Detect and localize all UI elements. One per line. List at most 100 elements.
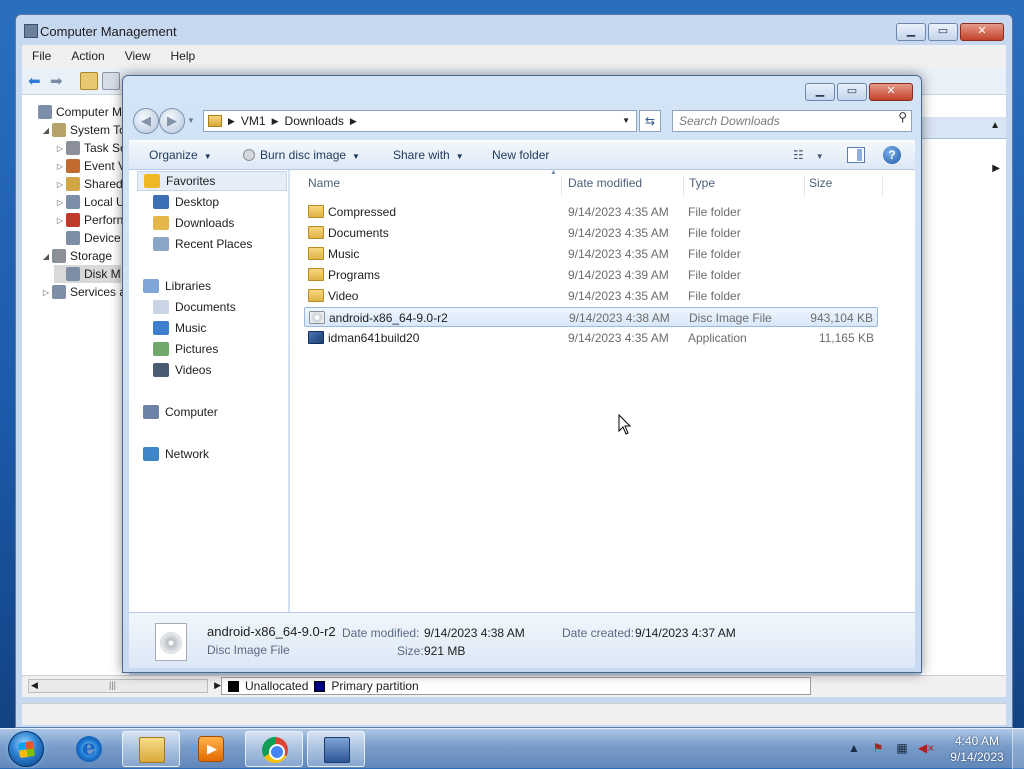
actions-header[interactable]: ▲ (921, 117, 1006, 139)
preview-pane-icon[interactable] (847, 147, 865, 163)
tree-expand-icon[interactable]: ▷ (54, 162, 66, 171)
explorer-maximize-button[interactable]: ▭ (837, 83, 867, 101)
show-hidden-icons-icon[interactable]: ▲ (846, 741, 862, 757)
organize-button[interactable]: Organize ▼ (149, 148, 212, 162)
new-folder-button[interactable]: New folder (492, 148, 549, 162)
start-button[interactable] (8, 731, 44, 767)
action-center-icon[interactable]: ⚑ (870, 741, 886, 757)
refresh-button[interactable]: ⇆ (639, 110, 661, 132)
breadcrumb-downloads[interactable]: Downloads (285, 114, 344, 128)
file-row[interactable]: Programs 9/14/2023 4:39 AM File folder (304, 265, 878, 285)
menu-file[interactable]: File (22, 45, 61, 67)
close-button[interactable]: ✕ (960, 23, 1004, 41)
taskbar-internet-explorer[interactable] (60, 731, 118, 767)
caption-buttons: ▁ ▭ ✕ (896, 23, 1004, 41)
nav-item-libraries[interactable]: Libraries (143, 276, 211, 296)
file-row[interactable]: Music 9/14/2023 4:35 AM File folder (304, 244, 878, 264)
breadcrumb-sep-icon[interactable]: ▶ (272, 116, 279, 127)
file-row[interactable]: Video 9/14/2023 4:35 AM File folder (304, 286, 878, 306)
minimize-button[interactable]: ▁ (896, 23, 926, 41)
desktop-icon (153, 195, 169, 209)
tree-item-label: Disk M (84, 267, 121, 281)
tree-item[interactable]: Computer Ma (26, 103, 129, 121)
column-date-modified[interactable]: Date modified (564, 176, 684, 196)
nav-item-music[interactable]: Music (153, 318, 206, 338)
explorer-close-button[interactable]: ✕ (869, 83, 913, 101)
tree-item[interactable]: ▷ Perforn (54, 211, 123, 229)
show-hide-tree-icon[interactable] (102, 72, 120, 90)
forward-arrow-icon[interactable]: ➡ (50, 72, 68, 90)
scroll-right-icon[interactable]: ▶ (214, 680, 221, 691)
forward-button[interactable]: ▶ (159, 108, 185, 134)
file-row[interactable]: Compressed 9/14/2023 4:35 AM File folder (304, 202, 878, 222)
menu-action[interactable]: Action (61, 45, 114, 67)
scroll-grip-icon[interactable]: ||| (109, 680, 116, 690)
recent-pages-icon[interactable]: ▼ (187, 116, 195, 125)
help-icon[interactable]: ? (883, 146, 901, 164)
horizontal-scrollbar[interactable]: ◀ ||| ▶ (28, 679, 221, 693)
up-folder-icon[interactable] (80, 72, 98, 90)
tree-item[interactable]: ◢ Storage (40, 247, 112, 265)
explorer-window[interactable]: ▁ ▭ ✕ ◀ ▶ ▼ ▶ VM1 ▶ Downloads ▶ ▼ ⇆ Sear… (122, 75, 922, 673)
file-row[interactable]: android-x86_64-9.0-r2 9/14/2023 4:38 AM Di… (304, 307, 878, 327)
tree-item[interactable]: ▷ Local U (54, 193, 125, 211)
nav-item-network[interactable]: Network (143, 444, 209, 464)
menu-view[interactable]: View (115, 45, 161, 67)
tree-expand-icon[interactable]: ◢ (40, 126, 52, 135)
nav-item-recent-places[interactable]: Recent Places (153, 234, 252, 254)
nav-item-pictures[interactable]: Pictures (153, 339, 218, 359)
tree-item[interactable]: ▷ Shared (54, 175, 123, 193)
network-icon[interactable]: ▦ (894, 741, 910, 757)
address-dropdown-icon[interactable]: ▼ (622, 116, 630, 125)
collapse-up-icon[interactable]: ▲ (990, 120, 1000, 131)
back-button[interactable]: ◀ (133, 108, 159, 134)
search-icon[interactable]: ⚲ (898, 110, 907, 124)
tree-item[interactable]: ▷ Task Sc (54, 139, 126, 157)
nav-item-videos[interactable]: Videos (153, 360, 211, 380)
nav-item-documents[interactable]: Documents (153, 297, 236, 317)
volume-muted-icon[interactable]: ◀× (918, 741, 934, 757)
clock[interactable]: 4:40 AM 9/14/2023 (942, 733, 1012, 765)
change-view-button[interactable]: ☷ ▼ (793, 148, 824, 162)
breadcrumb-sep-icon[interactable]: ▶ (228, 116, 235, 127)
file-row[interactable]: idman641build20 9/14/2023 4:35 AM Applicat… (304, 328, 878, 348)
nav-item-computer[interactable]: Computer (143, 402, 218, 422)
tree-expand-icon[interactable]: ▷ (54, 216, 66, 225)
file-type: Disc Image File (689, 311, 772, 325)
tree-item[interactable]: ◢ System To (40, 121, 126, 139)
tree-expand-icon[interactable]: ◢ (40, 252, 52, 261)
file-row[interactable]: Documents 9/14/2023 4:35 AM File folder (304, 223, 878, 243)
burn-disc-image-button[interactable]: Burn disc image ▼ (243, 148, 360, 162)
tree-expand-icon[interactable]: ▷ (54, 144, 66, 153)
file-type: Application (688, 331, 747, 345)
tree-item[interactable]: Disk M (54, 265, 121, 283)
tree-expand-icon[interactable]: ▷ (54, 198, 66, 207)
taskbar-windows-explorer[interactable] (122, 731, 180, 767)
column-type[interactable]: Type (685, 176, 805, 196)
tree-expand-icon[interactable]: ▷ (54, 180, 66, 189)
more-actions-arrow-icon[interactable]: ▶ (992, 163, 1000, 174)
column-size[interactable]: Size (805, 176, 883, 196)
nav-item-desktop[interactable]: Desktop (153, 192, 219, 212)
scroll-left-icon[interactable]: ◀ (31, 680, 38, 691)
taskbar-chrome[interactable] (245, 731, 303, 767)
nav-item-downloads[interactable]: Downloads (153, 213, 234, 233)
taskbar-computer-management[interactable] (307, 731, 365, 767)
breadcrumb-sep-icon[interactable]: ▶ (350, 116, 357, 127)
address-bar[interactable]: ▶ VM1 ▶ Downloads ▶ ▼ (203, 110, 637, 132)
show-desktop-button[interactable] (1012, 729, 1024, 769)
explorer-minimize-button[interactable]: ▁ (805, 83, 835, 101)
search-input[interactable]: Search Downloads (672, 110, 912, 132)
tree-item[interactable]: ▷ Event V (54, 157, 126, 175)
nav-item-favorites[interactable]: Favorites (137, 171, 287, 191)
back-arrow-icon[interactable]: ⬅ (28, 72, 46, 90)
maximize-button[interactable]: ▭ (928, 23, 958, 41)
breadcrumb-vm1[interactable]: VM1 (241, 114, 266, 128)
taskbar-media-player[interactable] (182, 731, 240, 767)
share-with-button[interactable]: Share with ▼ (393, 148, 464, 162)
tree-item[interactable]: ▷ Services ar (40, 283, 129, 301)
tree-item[interactable]: Device (54, 229, 121, 247)
menu-help[interactable]: Help (161, 45, 206, 67)
column-name[interactable]: Name (304, 176, 562, 196)
tree-expand-icon[interactable]: ▷ (40, 288, 52, 297)
